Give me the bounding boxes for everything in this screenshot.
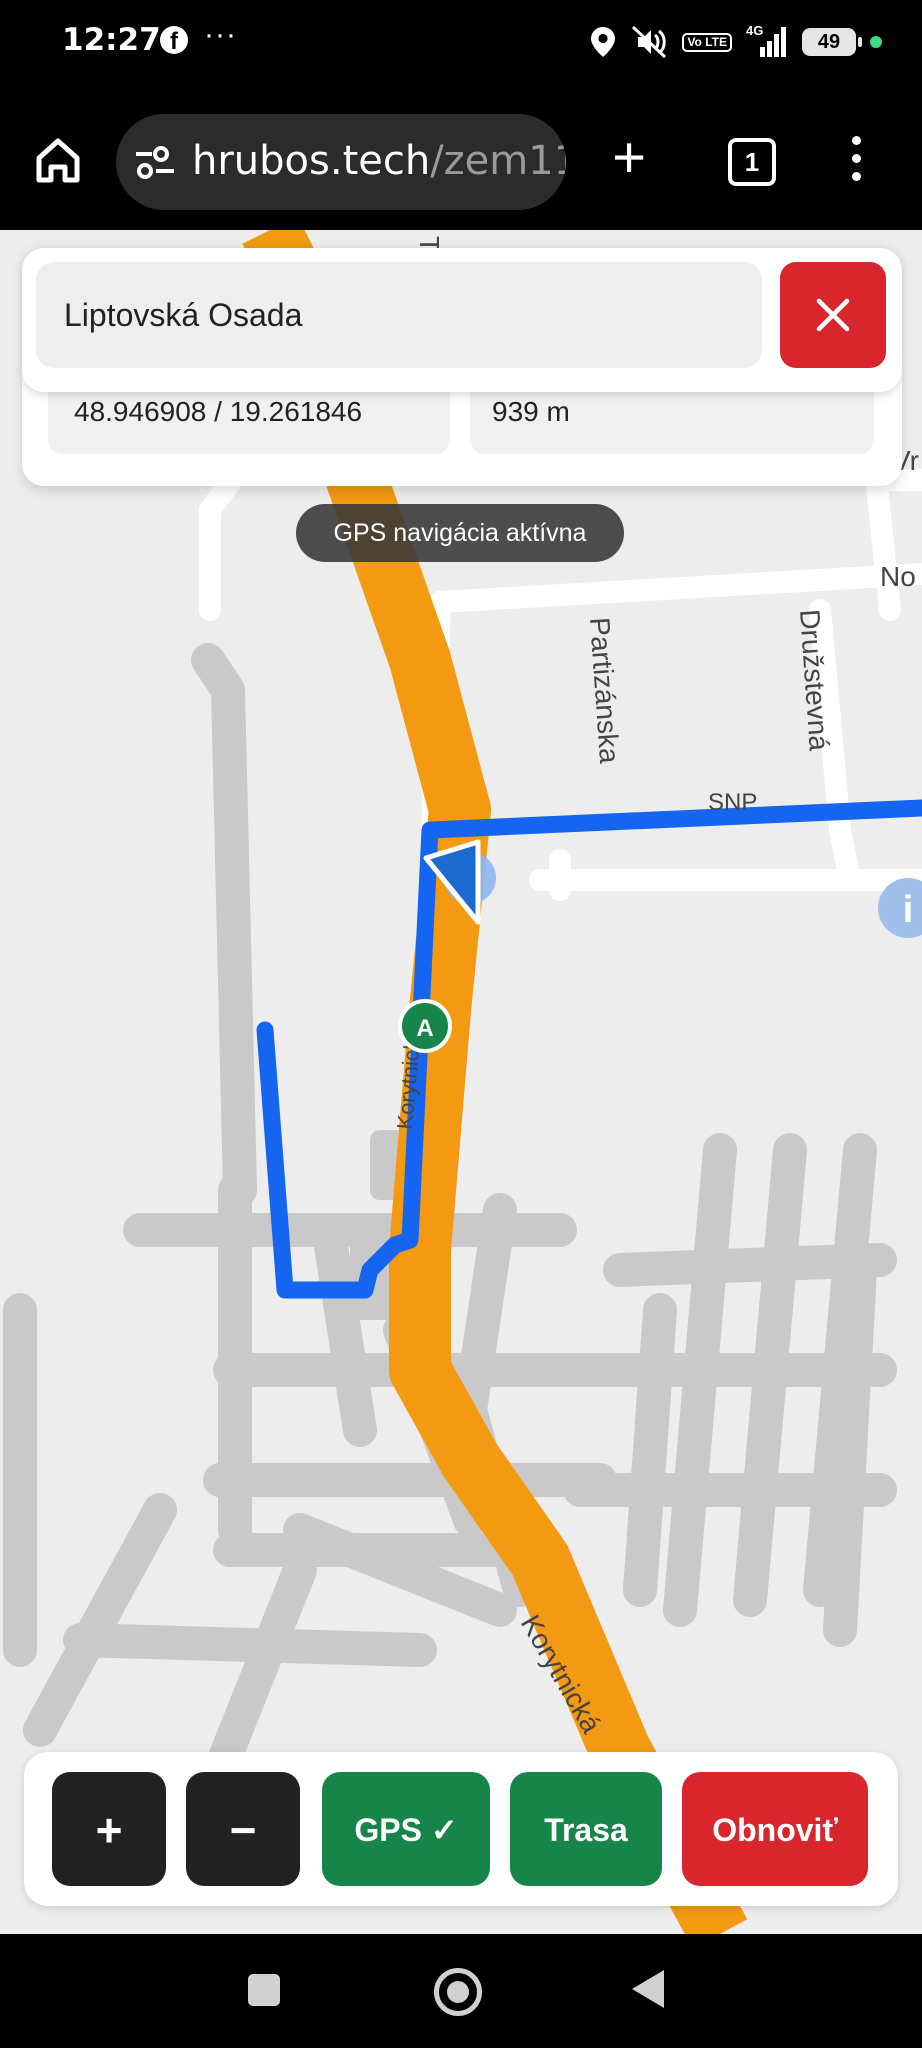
altitude-value: 939 m [470,382,874,454]
menu-icon[interactable] [846,136,866,188]
close-icon [816,298,850,332]
clear-search-button[interactable] [780,262,886,368]
search-card [22,248,902,392]
volte-icon: Vo LTE [682,32,732,52]
more-icon: ··· [204,18,237,51]
zoom-in-button[interactable]: + [52,1772,166,1886]
mute-icon [632,25,667,59]
street-label-no: No [880,561,916,592]
status-time: 12:27 [62,22,161,58]
browser-toolbar: hrubos.tech/zem11/ + 1 [0,86,922,230]
home-button[interactable] [30,132,86,188]
street-label-partizanska: Partizánska [584,616,625,765]
signal-icon: 4G [746,23,788,59]
address-bar[interactable]: hrubos.tech/zem11/ [116,114,566,210]
coordinates-value: 48.946908 / 19.261846 [48,382,450,454]
facebook-icon: f [160,26,188,55]
map-view[interactable]: i Korytnická Partizánska Družstevná SNP … [0,230,922,1934]
status-bar: 12:27 f ··· Vo LTE 4G 49 [0,0,922,86]
gps-button[interactable]: GPS ✓ [322,1772,490,1886]
map-controls: + − GPS ✓ Trasa Obnoviť [24,1752,898,1906]
url-text: hrubos.tech/zem11/ [192,138,566,184]
home-icon[interactable] [434,1968,482,2016]
street-label-snp: SNP [708,789,757,816]
svg-text:i: i [903,889,914,931]
marker-label: A [416,1015,433,1042]
home-icon [36,138,80,183]
site-settings-icon[interactable] [134,144,176,180]
route-button[interactable]: Trasa [510,1772,662,1886]
search-input[interactable] [36,262,762,368]
new-tab-icon[interactable]: + [604,129,654,188]
refresh-button[interactable]: Obnoviť [682,1772,868,1886]
status-icons: Vo LTE 4G 49 [590,22,882,62]
system-nav-bar [0,1934,922,2048]
location-icon [591,27,616,57]
tabs-icon[interactable]: 1 [728,138,776,186]
url-host: hrubos.tech [192,138,431,184]
battery-icon: 49 [802,28,862,56]
url-path: /zem11/ [430,138,566,184]
gps-status-toast: GPS navigácia aktívna [296,504,624,562]
back-icon[interactable] [632,1970,664,2008]
privacy-dot [870,36,882,48]
zoom-out-button[interactable]: − [186,1772,300,1886]
start-marker[interactable]: A [398,999,452,1053]
recents-icon[interactable] [248,1974,280,2006]
